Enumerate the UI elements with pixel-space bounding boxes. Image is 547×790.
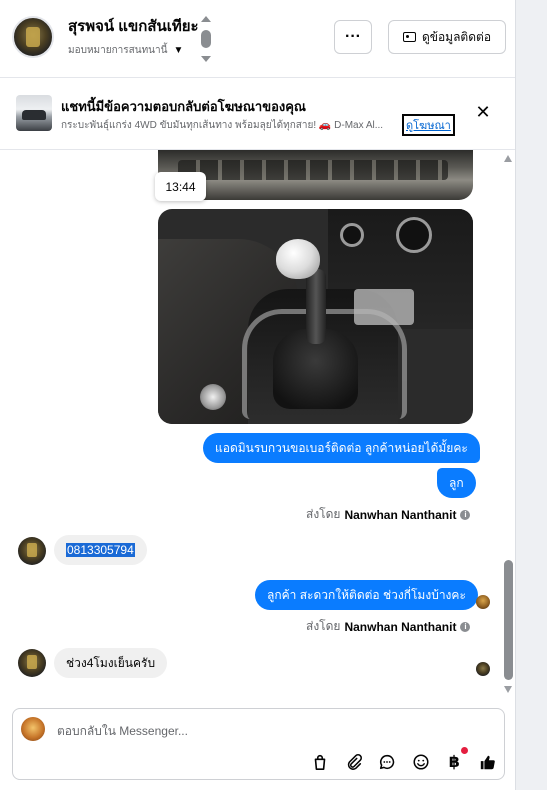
outgoing-message[interactable]: แอดมินรบกวนขอเบอร์ติดต่อ ลูกค้าหน่อยได้ม… — [203, 433, 480, 463]
chevron-up-icon[interactable] — [201, 16, 211, 22]
sent-by-label: ส่งโดย Nanwhan Nanthanit i — [306, 505, 471, 524]
sent-by-name: Nanwhan Nanthanit — [344, 507, 457, 522]
emoji-icon[interactable] — [410, 751, 432, 773]
baht-symbol: ฿ — [448, 754, 460, 771]
contact-name[interactable]: สุรพจน์ แขกสันเทียะ — [68, 14, 199, 38]
photo-shift-stick — [306, 269, 326, 344]
contact-avatar[interactable] — [12, 16, 54, 58]
outgoing-message[interactable]: ลูก — [437, 468, 476, 498]
caret-down-icon: ▼ — [173, 45, 184, 56]
switcher-handle — [201, 30, 211, 48]
sent-by-name: Nanwhan Nanthanit — [344, 619, 457, 634]
seen-avatar — [476, 595, 490, 609]
composer-toolbar: ฿ — [309, 747, 499, 773]
info-icon[interactable]: i — [460, 509, 471, 520]
incoming-message[interactable]: ช่วง4โมงเย็นครับ — [54, 648, 168, 678]
incoming-message[interactable]: 0813305794 — [54, 535, 147, 565]
ad-reply-banner: แชทนี้มีข้อความตอบกลับต่อโฆษณาของคุณ กระ… — [0, 78, 515, 150]
timestamp-tooltip: 13:44 — [155, 172, 206, 201]
notification-dot — [461, 747, 469, 754]
seen-avatar — [476, 662, 490, 676]
chevron-down-icon[interactable] — [201, 56, 211, 62]
page-avatar — [21, 717, 45, 741]
conversation-header: สุรพจน์ แขกสันเทียะ มอบหมายการสนทนานี้ ▼… — [0, 0, 515, 78]
close-banner-icon[interactable]: ✕ — [472, 101, 494, 123]
gear-shift-photo[interactable] — [158, 209, 473, 424]
photo-shift-knob — [276, 239, 320, 279]
ad-banner-text: กระบะพันธุ์แกร่ง 4WD ขับมันทุกเส้นทาง พร… — [61, 120, 384, 131]
bag-icon[interactable] — [309, 751, 331, 773]
right-gutter — [515, 0, 547, 790]
photo-cupholder — [200, 384, 226, 410]
contact-card-icon — [402, 32, 416, 42]
sent-by-prefix: ส่งโดย — [306, 619, 341, 633]
like-icon[interactable] — [477, 751, 499, 773]
outgoing-message[interactable]: ลูกค้า สะดวกให้ติดต่อ ช่วงกี่โมงบ้างคะ — [255, 580, 478, 610]
photo-gauge — [396, 217, 432, 253]
selected-phone-number[interactable]: 0813305794 — [66, 543, 135, 557]
baht-payment-icon[interactable]: ฿ — [443, 747, 469, 773]
ad-thumbnail — [16, 95, 52, 131]
assign-conversation-dropdown[interactable]: มอบหมายการสนทนานี้ ▼ — [68, 43, 183, 58]
reply-input[interactable] — [57, 721, 477, 741]
sent-by-label: ส่งโดย Nanwhan Nanthanit i — [306, 617, 471, 636]
message-composer: ฿ — [12, 708, 505, 780]
view-ad-link[interactable]: ดูโฆษณา — [402, 114, 455, 136]
view-contact-info-button[interactable]: ดูข้อมูลติดต่อ — [388, 20, 506, 54]
scroll-down-arrow-icon[interactable] — [504, 686, 512, 693]
photo-gauge — [340, 223, 364, 247]
info-icon[interactable]: i — [460, 621, 471, 632]
saved-reply-icon[interactable] — [376, 751, 398, 773]
assign-conversation-label: มอบหมายการสนทนานี้ — [68, 45, 168, 56]
ad-banner-title: แชทนี้มีข้อความตอบกลับต่อโฆษณาของคุณ — [61, 99, 306, 114]
contact-avatar-small[interactable] — [18, 537, 46, 565]
more-options-button[interactable]: ··· — [334, 20, 372, 54]
attachment-icon[interactable] — [343, 751, 365, 773]
sent-by-prefix: ส่งโดย — [306, 507, 341, 521]
view-contact-info-label: ดูข้อมูลติดต่อ — [421, 29, 492, 44]
scroll-up-arrow-icon[interactable] — [504, 155, 512, 162]
contact-avatar-small[interactable] — [18, 649, 46, 677]
scrollbar-thumb[interactable] — [504, 560, 513, 680]
conversation-switcher[interactable] — [200, 16, 212, 62]
photo-switch-panel — [354, 289, 414, 325]
